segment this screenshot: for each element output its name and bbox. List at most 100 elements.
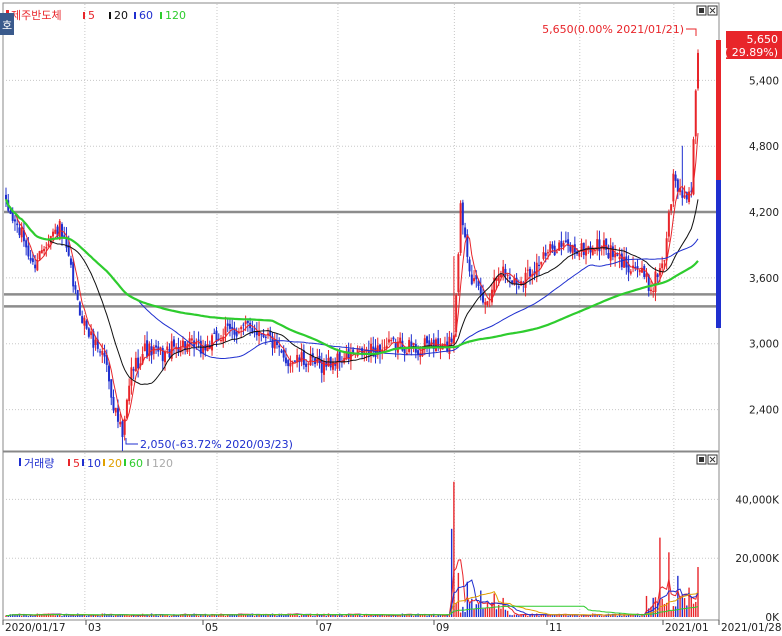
volume-bar bbox=[493, 593, 495, 617]
candle-body bbox=[390, 339, 393, 341]
volume-bar bbox=[545, 615, 547, 617]
volume-bar bbox=[99, 616, 101, 618]
side-badge-label: 호 bbox=[2, 19, 12, 32]
candle-body bbox=[137, 357, 140, 369]
candle-body bbox=[114, 407, 117, 413]
date-tick-label: 11 bbox=[549, 622, 562, 634]
volume-bar bbox=[115, 615, 117, 617]
candle-body bbox=[166, 346, 169, 351]
candle-body bbox=[5, 194, 7, 200]
price-tick-label: 3,000 bbox=[749, 339, 779, 351]
minimize-icon-glyph bbox=[699, 8, 704, 13]
date-tick-label: 05 bbox=[205, 622, 218, 634]
stock-chart: 5,400 4,800 4,200 3,600 3,000 2,400 40,000K 20… bbox=[0, 0, 782, 636]
candle-body bbox=[408, 339, 411, 352]
legend-volume-title: 거래량 bbox=[24, 457, 54, 470]
candle-body bbox=[293, 360, 296, 362]
legend-ma20-marker bbox=[109, 12, 111, 19]
volume-bar bbox=[157, 615, 159, 617]
volume-bar bbox=[455, 602, 457, 617]
candle-body bbox=[486, 301, 489, 306]
date-tick-label: 2021/01 bbox=[665, 622, 709, 634]
candle-body bbox=[654, 271, 657, 292]
candle-body bbox=[560, 240, 563, 248]
legend-vol-ma5-marker bbox=[68, 459, 70, 466]
legend-ma120-marker bbox=[160, 12, 162, 19]
candle-body bbox=[108, 365, 111, 382]
price-tick-label: 4,200 bbox=[749, 207, 779, 219]
volume-bar bbox=[209, 615, 211, 617]
candle-body bbox=[40, 250, 43, 254]
candle-body bbox=[461, 202, 464, 226]
volume-bar bbox=[538, 615, 540, 617]
volume-bar bbox=[63, 615, 65, 617]
candle-body bbox=[549, 244, 552, 253]
volume-bar bbox=[135, 616, 137, 618]
volume-bar bbox=[206, 615, 209, 617]
candle-body bbox=[508, 277, 511, 280]
candle-body bbox=[72, 261, 75, 287]
volume-bar bbox=[533, 615, 536, 617]
candle-body bbox=[143, 343, 146, 352]
last-price-change: ( 29.89%) bbox=[724, 46, 778, 59]
volume-bar bbox=[314, 616, 316, 618]
volume-bar bbox=[692, 603, 695, 617]
volume-bar bbox=[253, 615, 256, 617]
date-tick-label: 09 bbox=[436, 622, 449, 634]
volume-bar bbox=[32, 615, 34, 617]
volume-bar bbox=[336, 615, 339, 617]
candle-body bbox=[638, 269, 641, 273]
volume-bar bbox=[386, 615, 388, 617]
volume-bar bbox=[475, 604, 477, 617]
candle-body bbox=[60, 224, 63, 237]
candle-body bbox=[697, 52, 699, 89]
volume-bar bbox=[112, 615, 115, 617]
candle-body bbox=[616, 254, 619, 256]
candle-body bbox=[546, 252, 549, 254]
price-tick-label: 2,400 bbox=[749, 405, 779, 417]
candle-body bbox=[228, 323, 231, 329]
volume-tick-label: 20,000K bbox=[735, 553, 780, 565]
candle-body bbox=[242, 324, 245, 326]
candle-body bbox=[244, 321, 247, 325]
candle-body bbox=[517, 286, 520, 288]
volume-bar bbox=[578, 615, 581, 617]
volume-bar bbox=[576, 615, 578, 617]
volume-bar bbox=[681, 594, 684, 617]
chart-background bbox=[0, 0, 782, 636]
legend-vol-ma20-marker bbox=[103, 459, 105, 466]
low-annotation: 2,050(-63.72% 2020/03/23) bbox=[140, 438, 293, 451]
volume-bar bbox=[20, 615, 23, 617]
volume-bar bbox=[482, 608, 484, 617]
volume-bar bbox=[688, 587, 690, 617]
volume-bar bbox=[495, 609, 498, 617]
candle-body bbox=[224, 326, 227, 336]
legend-vol-ma60: 60 bbox=[129, 457, 143, 470]
volume-bar bbox=[587, 616, 589, 618]
volume-bar bbox=[473, 609, 475, 617]
volume-bar bbox=[567, 615, 569, 617]
volume-bar bbox=[148, 615, 151, 617]
volume-bar bbox=[188, 615, 191, 617]
volume-bar bbox=[536, 613, 538, 617]
volume-bar bbox=[616, 616, 619, 618]
volume-bar bbox=[276, 615, 278, 617]
candle-body bbox=[87, 328, 90, 337]
candle-body bbox=[74, 285, 77, 290]
candle-body bbox=[338, 350, 341, 363]
candle-body bbox=[562, 243, 565, 247]
candle-body bbox=[544, 252, 547, 256]
volume-bar bbox=[603, 616, 605, 618]
candle-body bbox=[85, 320, 88, 329]
volume-bar bbox=[677, 575, 679, 617]
candle-body bbox=[110, 379, 113, 398]
candle-body bbox=[69, 258, 72, 265]
candle-body bbox=[246, 320, 249, 323]
last-price-value: 5,650 bbox=[747, 33, 779, 46]
candle-body bbox=[164, 351, 167, 363]
last-price-range-bar-lower bbox=[716, 180, 721, 328]
candle-body bbox=[473, 278, 476, 282]
legend-title: 제주반도체 bbox=[11, 9, 62, 22]
volume-bar bbox=[123, 615, 126, 617]
candle-body bbox=[152, 346, 155, 354]
